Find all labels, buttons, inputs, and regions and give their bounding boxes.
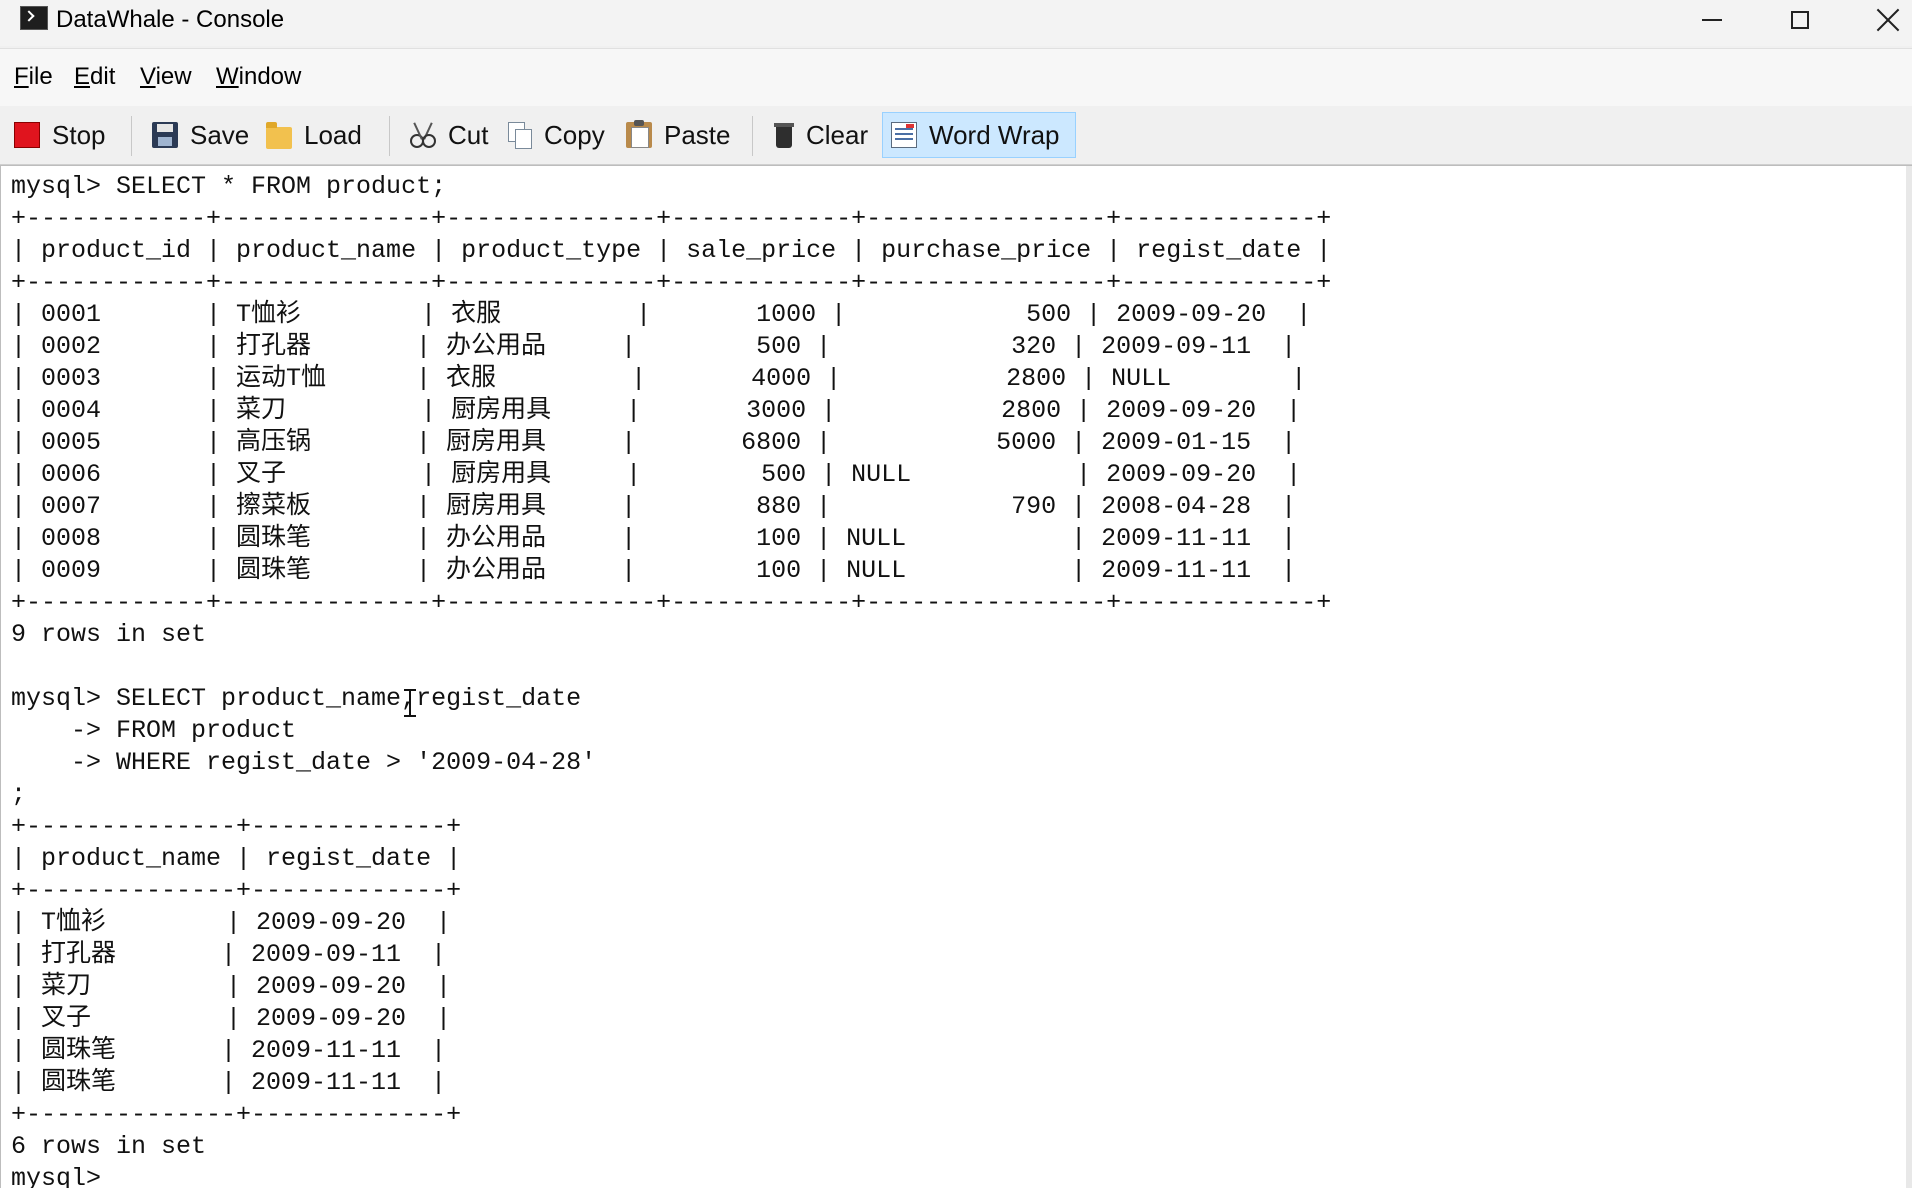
close-button[interactable] <box>1848 0 1912 40</box>
toolbar-separator <box>752 116 753 156</box>
clear-label: Clear <box>806 119 869 150</box>
title-bar: DataWhale - Console <box>0 0 1912 46</box>
word-wrap-toggle-button[interactable]: Word Wrap <box>882 112 1076 158</box>
paste-label: Paste <box>664 119 731 150</box>
toolbar-separator <box>389 116 390 156</box>
word-wrap-label: Word Wrap <box>929 119 1060 150</box>
toolbar: Stop Save Load Cut Copy Paste Clear Word… <box>0 106 1912 165</box>
stop-icon <box>14 122 40 148</box>
toolbar-separator <box>131 116 132 156</box>
menu-window[interactable]: Window <box>216 63 301 91</box>
trash-can-icon <box>774 122 794 148</box>
console-app-icon <box>20 6 48 30</box>
paste-button[interactable]: Paste <box>618 112 739 158</box>
load-button[interactable]: Load <box>258 112 370 158</box>
minimize-icon <box>1702 19 1722 21</box>
copy-icon <box>506 122 532 149</box>
menu-edit-accel: E <box>74 63 91 90</box>
menu-file-accel: F <box>14 63 29 90</box>
menu-file-label: ile <box>28 63 53 90</box>
menu-edit[interactable]: Edit <box>74 63 115 91</box>
menu-window-accel: W <box>216 63 239 90</box>
floppy-disk-icon <box>152 122 178 148</box>
save-button[interactable]: Save <box>144 112 257 158</box>
word-wrap-icon <box>891 122 917 148</box>
stop-button[interactable]: Stop <box>6 112 114 158</box>
copy-label: Copy <box>544 119 605 150</box>
close-icon <box>1876 8 1900 32</box>
menu-window-label: indow <box>238 63 302 90</box>
copy-button[interactable]: Copy <box>498 112 613 158</box>
cut-label: Cut <box>448 119 489 150</box>
menu-view-accel: V <box>140 63 156 90</box>
menu-bar: File Edit View Window <box>0 48 1912 107</box>
clear-button[interactable]: Clear <box>766 112 876 158</box>
maximize-icon <box>1791 11 1809 29</box>
maximize-button[interactable] <box>1760 0 1840 40</box>
window-title: DataWhale - Console <box>56 6 285 33</box>
load-label: Load <box>304 119 362 150</box>
clipboard-icon <box>626 120 652 148</box>
stop-label: Stop <box>52 119 106 150</box>
minimize-button[interactable] <box>1672 0 1752 40</box>
menu-file[interactable]: File <box>14 63 53 91</box>
text-cursor-icon <box>404 689 416 717</box>
menu-edit-label: dit <box>90 63 116 90</box>
menu-view[interactable]: View <box>140 63 192 91</box>
scissors-icon <box>410 122 436 148</box>
console-output-area[interactable]: mysql> SELECT * FROM product; +---------… <box>0 165 1912 1188</box>
save-label: Save <box>190 119 250 150</box>
vertical-scrollbar[interactable] <box>1906 166 1912 1188</box>
menu-view-label: iew <box>155 63 192 90</box>
folder-icon <box>266 122 292 149</box>
console-text[interactable]: mysql> SELECT * FROM product; +---------… <box>11 171 1331 1188</box>
cut-button[interactable]: Cut <box>402 112 496 158</box>
